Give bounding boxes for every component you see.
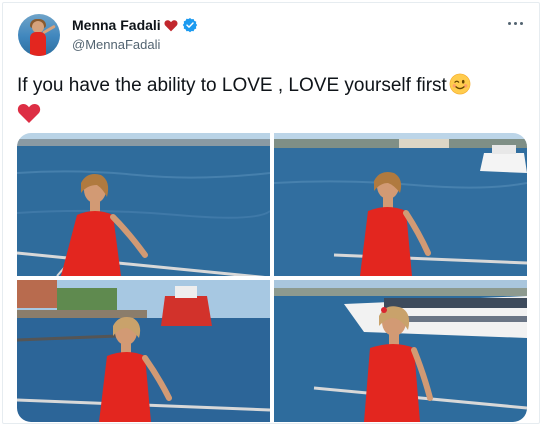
photo-4[interactable]	[274, 280, 527, 422]
tweet-text: If you have the ability to LOVE , LOVE y…	[17, 73, 517, 124]
verified-badge-icon	[182, 17, 198, 33]
avatar[interactable]	[18, 14, 60, 56]
more-dots-icon	[507, 21, 511, 25]
photo-3[interactable]	[17, 280, 270, 422]
red-heart-icon	[164, 19, 178, 32]
more-dots-icon	[519, 21, 523, 25]
author-display-name[interactable]: Menna Fadali	[72, 17, 161, 33]
author-handle[interactable]: @MennaFadali	[72, 37, 160, 52]
photo-1[interactable]	[17, 133, 270, 276]
more-options-button[interactable]	[505, 15, 525, 31]
tweet-text-body: If you have the ability to LOVE , LOVE y…	[17, 75, 447, 96]
media-grid	[17, 133, 527, 422]
photo-2[interactable]	[274, 133, 527, 276]
more-dots-icon	[513, 21, 517, 25]
author-name-row[interactable]: Menna Fadali	[72, 17, 198, 33]
tweet-card: Menna Fadali @MennaFadali If you have th…	[2, 2, 540, 424]
winking-face-icon	[449, 73, 471, 95]
red-heart-icon	[17, 102, 41, 124]
